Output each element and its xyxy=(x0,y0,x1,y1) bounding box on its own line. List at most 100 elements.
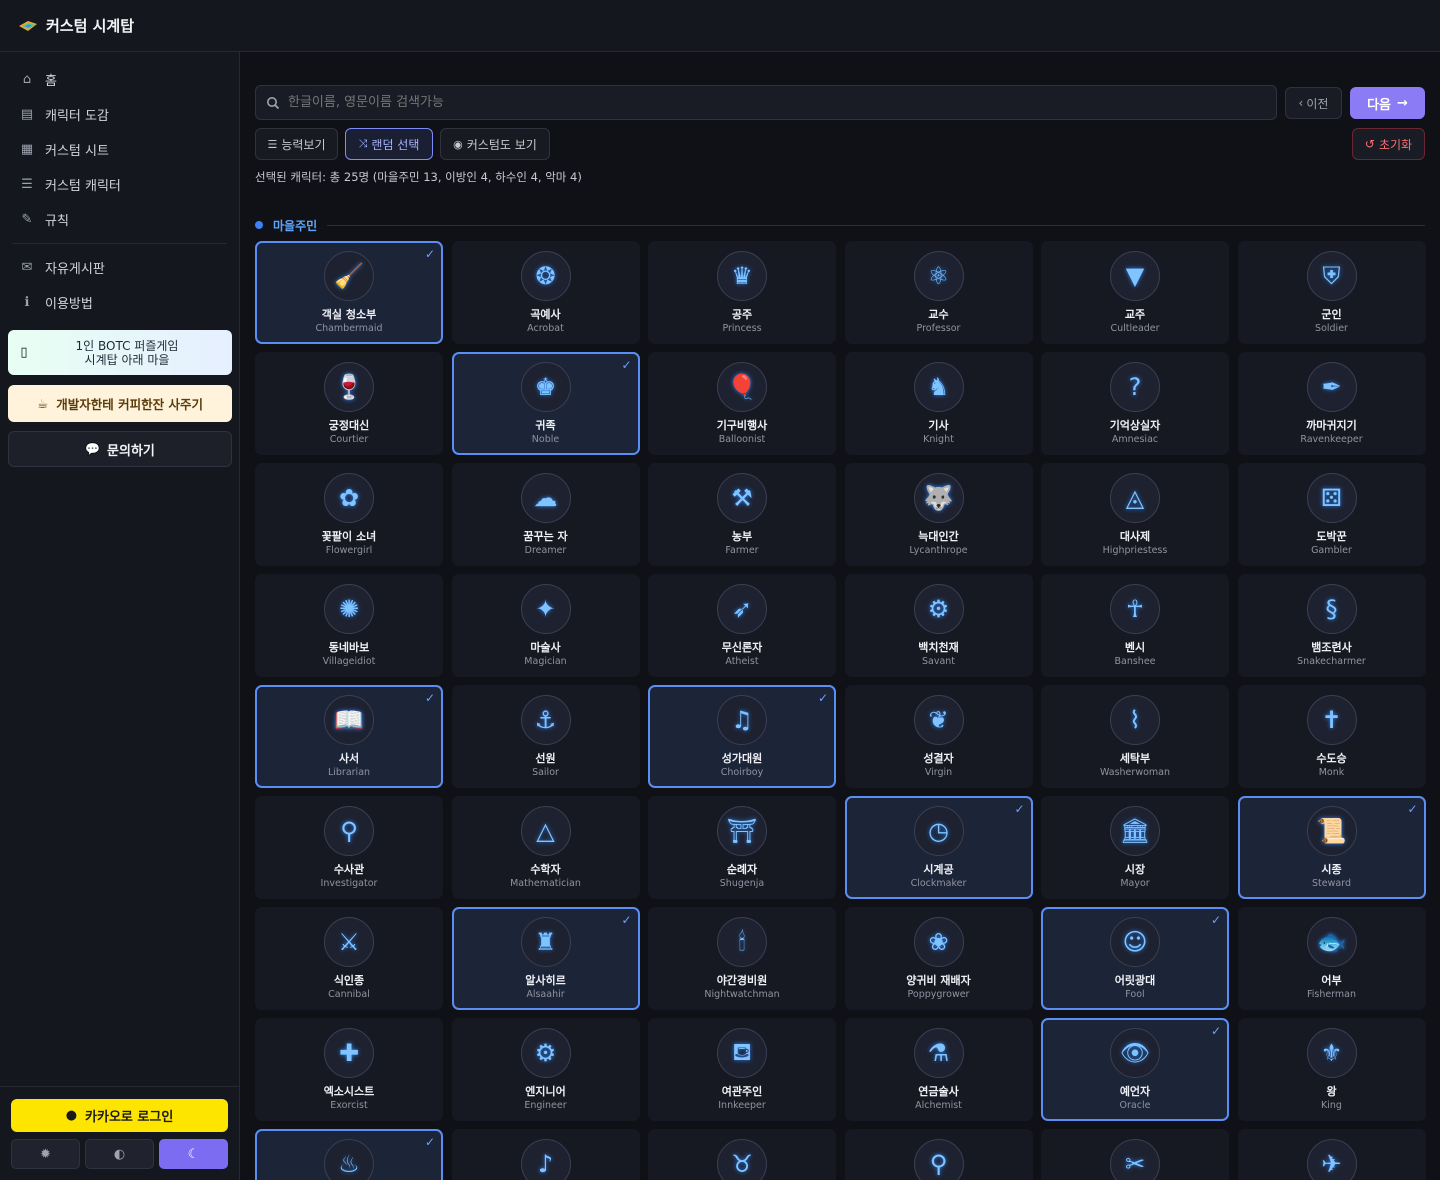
theme-contrast-button[interactable]: ◐ xyxy=(85,1139,154,1169)
character-token-icon: ◬ xyxy=(1110,473,1160,523)
character-card[interactable]: ⚙ 엔지니어 Engineer xyxy=(451,1018,640,1121)
sidebar-item-file[interactable]: ▦ 커스텀 시트 xyxy=(0,132,239,167)
character-card[interactable]: ⚗ 연금술사 Alchemist xyxy=(844,1018,1033,1121)
character-token-icon: ♜ xyxy=(520,917,571,967)
character-card[interactable]: ✓ ☺ 어릿광대 Fool xyxy=(1041,907,1229,1010)
character-card[interactable]: ✓ 📖 사서 Librarian xyxy=(255,685,443,788)
character-card[interactable]: △ 수학자 Mathematician xyxy=(451,796,640,899)
buy-coffee-button[interactable]: ☕ 개발자한테 커피한잔 사주기 xyxy=(8,385,232,422)
check-icon: ✓ xyxy=(1210,913,1221,927)
character-card[interactable]: 🕯 야간경비원 Nightwatchman xyxy=(648,907,836,1010)
puzzle-game-banner[interactable]: ▯ 1인 BOTC 퍼즐게임 시계탑 아래 마을 xyxy=(8,330,232,375)
prev-button[interactable]: ‹ 이전 xyxy=(1285,87,1342,119)
comment-icon: 💬 xyxy=(85,442,101,456)
character-card[interactable]: ✒ 까마귀지기 Ravenkeeper xyxy=(1237,352,1426,455)
character-card[interactable]: ⌇ 세탁부 Washerwoman xyxy=(1041,685,1229,788)
character-card[interactable]: ♪ xyxy=(451,1129,640,1180)
character-card[interactable]: 🐺 늑대인간 Lycanthrope xyxy=(844,463,1033,566)
sidebar-item-info[interactable]: ℹ 이용방법 xyxy=(0,285,239,320)
character-name-kr: 어릿광대 xyxy=(1114,974,1156,987)
character-card[interactable]: 🏛 시장 Mayor xyxy=(1041,796,1229,899)
character-card[interactable]: ⛨ 군인 Soldier xyxy=(1237,241,1426,344)
character-card[interactable]: 🍷 궁정대신 Courtier xyxy=(255,352,443,455)
character-token-icon: ✦ xyxy=(520,584,571,634)
coffee-icon: ☕ xyxy=(37,396,49,411)
sidebar-bottom: ● 카카오로 로그인 ✹ ◐ ☾ xyxy=(0,1086,239,1180)
character-card[interactable]: ☁ 꿈꾸는 자 Dreamer xyxy=(451,463,640,566)
character-card[interactable]: ✓ ♫ 성가대원 Choirboy xyxy=(648,685,836,788)
puzzle-banner-line1: 1인 BOTC 퍼즐게임 xyxy=(75,338,179,353)
search-input[interactable] xyxy=(288,95,1276,110)
character-card[interactable]: ✈ xyxy=(1237,1129,1426,1180)
sidebar-item-book[interactable]: ▤ 캐릭터 도감 xyxy=(0,97,239,132)
character-card[interactable]: ➶ 무신론자 Atheist xyxy=(648,574,836,677)
sidebar-item-list[interactable]: ☰ 커스텀 캐릭터 xyxy=(0,167,239,202)
character-card[interactable]: ✝ 수도승 Monk xyxy=(1237,685,1426,788)
character-card[interactable]: 🐟 어부 Fisherman xyxy=(1237,907,1426,1010)
kakao-login-button[interactable]: ● 카카오로 로그인 xyxy=(11,1099,228,1132)
character-card[interactable]: ✂ xyxy=(1041,1129,1229,1180)
character-card[interactable]: ✦ 마술사 Magician xyxy=(451,574,640,677)
character-card[interactable]: ♉ xyxy=(648,1129,836,1180)
theme-switcher: ✹ ◐ ☾ xyxy=(11,1139,228,1169)
character-name-en: Dreamer xyxy=(524,545,567,556)
character-name-en: Acrobat xyxy=(527,323,564,334)
character-name-kr: 늑대인간 xyxy=(918,530,959,543)
character-card[interactable]: ⚜ 왕 King xyxy=(1237,1018,1426,1121)
app-title[interactable]: 커스텀 시계탑 xyxy=(46,15,134,36)
character-name-en: Nightwatchman xyxy=(704,989,780,1000)
character-card[interactable]: ⚲ xyxy=(844,1129,1033,1180)
character-card[interactable]: § 뱀조련사 Snakecharmer xyxy=(1237,574,1426,677)
check-icon: ✓ xyxy=(817,691,828,705)
character-card[interactable]: ✓ ♨ xyxy=(255,1129,443,1180)
inquiry-button[interactable]: 💬 문의하기 xyxy=(8,431,232,467)
character-card[interactable]: ♞ 기사 Knight xyxy=(844,352,1033,455)
character-card[interactable]: ◬ 대사제 Highpriestess xyxy=(1041,463,1229,566)
theme-system-button[interactable]: ✹ xyxy=(11,1139,80,1169)
theme-dark-button[interactable]: ☾ xyxy=(159,1139,228,1169)
sidebar-item-label: 규칙 xyxy=(45,214,69,229)
character-token-icon: ⚜ xyxy=(1306,1028,1357,1078)
character-card[interactable]: ✓ 📜 시종 Steward xyxy=(1237,796,1426,899)
character-card[interactable]: ▼ 교주 Cultleader xyxy=(1041,241,1229,344)
character-card[interactable]: ✚ 엑소시스트 Exorcist xyxy=(255,1018,443,1121)
character-card[interactable]: 🎈 기구비행사 Balloonist xyxy=(648,352,836,455)
character-card[interactable]: ⚓ 선원 Sailor xyxy=(451,685,640,788)
character-card[interactable]: ✺ 동네바보 Villageidiot xyxy=(255,574,443,677)
character-card[interactable]: ✿ 꽃팔이 소녀 Flowergirl xyxy=(255,463,443,566)
character-card[interactable]: ☥ 벤시 Banshee xyxy=(1041,574,1229,677)
character-card[interactable]: ⛩ 순례자 Shugenja xyxy=(648,796,836,899)
character-name-en: Atheist xyxy=(725,656,759,667)
sidebar-item-comments[interactable]: ✉ 자유게시판 xyxy=(0,250,239,285)
character-card[interactable]: ⚲ 수사관 Investigator xyxy=(255,796,443,899)
ability-view-button[interactable]: ☰ 능력보기 xyxy=(255,128,338,160)
character-card[interactable]: ⚔ 식인종 Cannibal xyxy=(255,907,443,1010)
section-divider xyxy=(327,224,1425,226)
character-card[interactable]: ✓ ◷ 시계공 Clockmaker xyxy=(844,796,1033,899)
character-card[interactable]: ❀ 양귀비 재배자 Poppygrower xyxy=(844,907,1033,1010)
character-card[interactable]: ❂ 곡예사 Acrobat xyxy=(451,241,640,344)
view-custom-button[interactable]: ◉ 커스텀도 보기 xyxy=(440,128,550,160)
character-card[interactable]: ✓ ♜ 알사히르 Alsaahir xyxy=(451,907,640,1010)
sidebar-item-home[interactable]: ⌂ 홈 xyxy=(0,62,239,97)
character-name-kr: 선원 xyxy=(535,752,556,765)
character-card[interactable]: ❦ 성결자 Virgin xyxy=(844,685,1033,788)
character-card[interactable]: ? 기억상실자 Amnesiac xyxy=(1041,352,1229,455)
character-card[interactable]: ✓ 🧹 객실 청소부 Chambermaid xyxy=(255,241,443,344)
character-token-icon: 🐺 xyxy=(913,473,964,523)
character-card[interactable]: ⚛ 교수 Professor xyxy=(844,241,1033,344)
random-select-button[interactable]: ⤨ 랜덤 선택 xyxy=(345,128,433,160)
character-name-en: Mayor xyxy=(1120,878,1150,889)
sidebar-item-scroll[interactable]: ✎ 규칙 xyxy=(0,202,239,237)
character-card[interactable]: ⛾ 여관주인 Innkeeper xyxy=(648,1018,836,1121)
search-box[interactable] xyxy=(255,85,1277,120)
next-button[interactable]: 다음 → xyxy=(1350,87,1425,119)
reset-button[interactable]: ↺ 초기화 xyxy=(1352,128,1425,160)
character-card[interactable]: ♛ 공주 Princess xyxy=(648,241,836,344)
character-token-icon: ♨ xyxy=(324,1139,374,1180)
character-card[interactable]: ✓ 👁 예언자 Oracle xyxy=(1041,1018,1229,1121)
character-card[interactable]: ✓ ♚ 귀족 Noble xyxy=(451,352,640,455)
character-card[interactable]: ⚄ 도박꾼 Gambler xyxy=(1237,463,1426,566)
character-card[interactable]: ⚒ 농부 Farmer xyxy=(648,463,836,566)
character-card[interactable]: ⚙ 백치천재 Savant xyxy=(844,574,1033,677)
